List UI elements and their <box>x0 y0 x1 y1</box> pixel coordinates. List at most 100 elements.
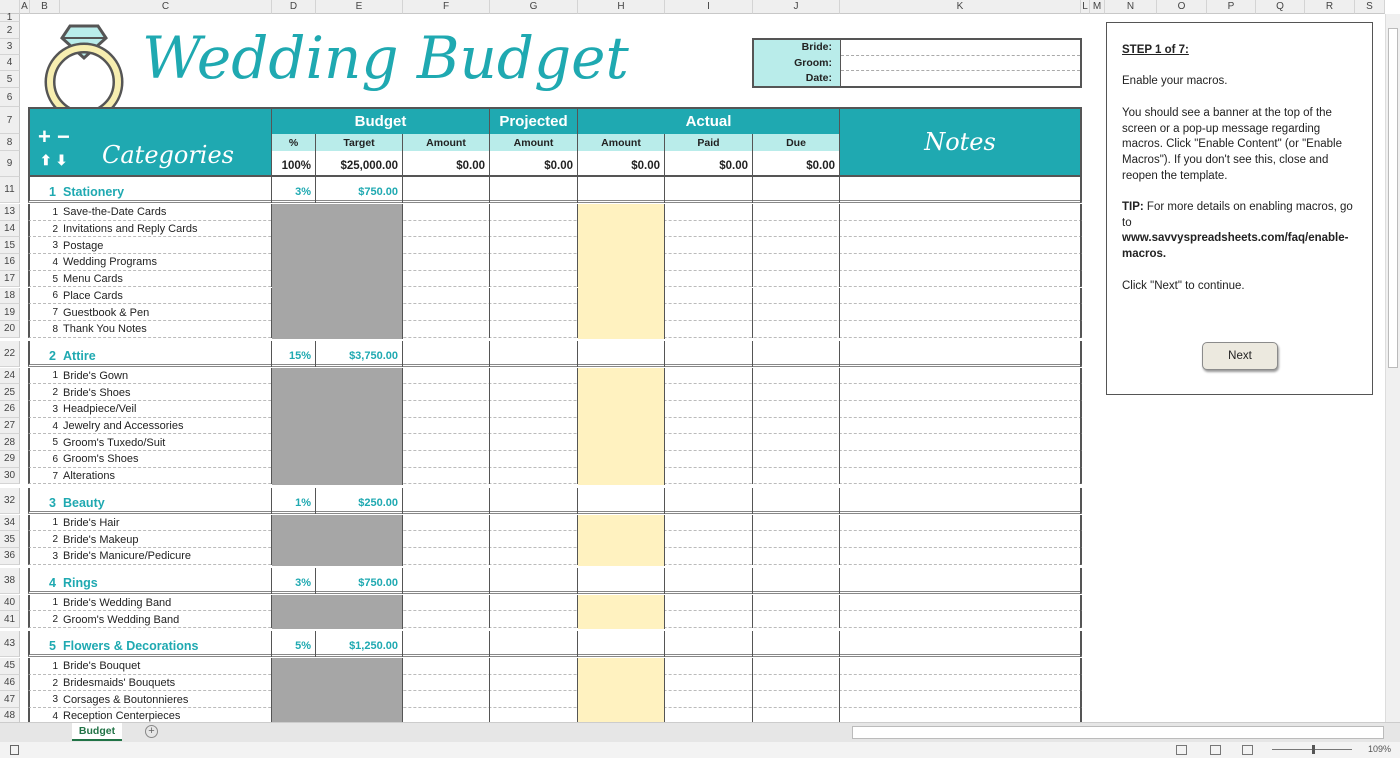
date-field[interactable] <box>841 71 1080 86</box>
input-cell[interactable] <box>665 674 753 692</box>
item-name[interactable]: Bridesmaids' Bouquets <box>60 674 272 692</box>
input-cell[interactable] <box>490 384 578 401</box>
input-cell[interactable] <box>403 204 490 221</box>
input-cell[interactable] <box>490 204 578 221</box>
row-header[interactable]: 40 <box>0 594 20 612</box>
column-header[interactable]: O <box>1157 0 1207 14</box>
row-header[interactable]: 17 <box>0 270 20 288</box>
actual-amount-input[interactable] <box>578 417 665 436</box>
row-header[interactable]: 47 <box>0 691 20 709</box>
page-break-view-icon[interactable] <box>1242 745 1253 755</box>
input-cell[interactable] <box>753 220 840 238</box>
item-name[interactable]: Thank You Notes <box>60 320 272 338</box>
input-cell[interactable] <box>490 304 578 321</box>
input-cell[interactable] <box>753 417 840 435</box>
item-name[interactable]: Alterations <box>60 467 272 485</box>
groom-field[interactable] <box>841 56 1080 71</box>
actual-amount-input[interactable] <box>578 514 665 533</box>
item-name[interactable]: Bride's Makeup <box>60 531 272 548</box>
row-header[interactable]: 30 <box>0 467 20 485</box>
input-cell[interactable] <box>403 708 490 722</box>
actual-amount-input[interactable] <box>578 220 665 239</box>
actual-amount-input[interactable] <box>578 691 665 710</box>
input-cell[interactable] <box>840 451 1081 468</box>
row-header[interactable]: 4 <box>0 55 20 71</box>
input-cell[interactable] <box>403 467 490 485</box>
input-cell[interactable] <box>403 658 490 675</box>
normal-view-icon[interactable] <box>1176 745 1187 755</box>
bride-field[interactable] <box>841 40 1080 56</box>
input-cell[interactable] <box>403 220 490 238</box>
column-header[interactable]: C <box>60 0 272 14</box>
input-cell[interactable] <box>490 220 578 238</box>
item-name[interactable]: Bride's Wedding Band <box>60 594 272 612</box>
input-cell[interactable] <box>403 237 490 255</box>
input-cell[interactable] <box>665 320 753 338</box>
row-header[interactable]: 16 <box>0 254 20 271</box>
column-header[interactable]: K <box>840 0 1081 14</box>
actual-amount-input[interactable] <box>578 401 665 419</box>
row-header[interactable]: 22 <box>0 340 20 367</box>
input-cell[interactable] <box>665 514 753 532</box>
input-cell[interactable] <box>840 320 1081 338</box>
actual-amount-input[interactable] <box>578 467 665 486</box>
input-cell[interactable] <box>490 674 578 692</box>
input-cell[interactable] <box>840 254 1081 271</box>
input-cell[interactable] <box>753 611 840 628</box>
input-cell[interactable] <box>490 367 578 385</box>
input-cell[interactable] <box>665 691 753 709</box>
actual-amount-input[interactable] <box>578 384 665 402</box>
input-cell[interactable] <box>665 531 753 548</box>
actual-amount-input[interactable] <box>578 270 665 289</box>
input-cell[interactable] <box>665 547 753 565</box>
input-cell[interactable] <box>490 594 578 612</box>
row-header[interactable]: 20 <box>0 320 20 338</box>
add-sheet-icon[interactable]: + <box>145 725 158 738</box>
actual-amount-input[interactable] <box>578 674 665 693</box>
input-cell[interactable] <box>403 367 490 385</box>
sheet-tab-budget[interactable]: Budget <box>72 723 122 741</box>
input-cell[interactable] <box>753 451 840 468</box>
input-cell[interactable] <box>665 304 753 321</box>
input-cell[interactable] <box>840 594 1081 612</box>
input-cell[interactable] <box>753 547 840 565</box>
input-cell[interactable] <box>753 531 840 548</box>
move-up-down-icon[interactable]: ⬆ ⬇ <box>40 152 67 169</box>
row-header[interactable]: 2 <box>0 22 20 39</box>
item-name[interactable]: Invitations and Reply Cards <box>60 220 272 238</box>
row-header[interactable]: 45 <box>0 658 20 675</box>
input-cell[interactable] <box>753 467 840 485</box>
input-cell[interactable] <box>403 514 490 532</box>
item-name[interactable]: Place Cards <box>60 287 272 305</box>
input-cell[interactable] <box>665 384 753 401</box>
row-header[interactable]: 8 <box>0 134 20 151</box>
input-cell[interactable] <box>490 320 578 338</box>
input-cell[interactable] <box>490 708 578 722</box>
column-header[interactable]: I <box>665 0 753 14</box>
actual-amount-input[interactable] <box>578 531 665 549</box>
input-cell[interactable] <box>753 367 840 385</box>
input-cell[interactable] <box>665 287 753 305</box>
input-cell[interactable] <box>753 434 840 452</box>
row-header[interactable]: 36 <box>0 547 20 565</box>
input-cell[interactable] <box>840 237 1081 255</box>
input-cell[interactable] <box>753 594 840 612</box>
input-cell[interactable] <box>403 417 490 435</box>
input-cell[interactable] <box>403 674 490 692</box>
zoom-slider-handle[interactable] <box>1312 745 1315 754</box>
input-cell[interactable] <box>665 611 753 628</box>
row-header[interactable]: 38 <box>0 567 20 594</box>
item-name[interactable]: Menu Cards <box>60 270 272 288</box>
row-header[interactable]: 27 <box>0 417 20 435</box>
input-cell[interactable] <box>665 658 753 675</box>
input-cell[interactable] <box>403 401 490 418</box>
input-cell[interactable] <box>753 384 840 401</box>
row-header[interactable]: 3 <box>0 39 20 55</box>
row-header[interactable]: 46 <box>0 674 20 692</box>
column-header[interactable]: F <box>403 0 490 14</box>
input-cell[interactable] <box>753 287 840 305</box>
row-header[interactable]: 34 <box>0 514 20 532</box>
input-cell[interactable] <box>753 237 840 255</box>
input-cell[interactable] <box>403 611 490 628</box>
column-header[interactable]: B <box>30 0 60 14</box>
